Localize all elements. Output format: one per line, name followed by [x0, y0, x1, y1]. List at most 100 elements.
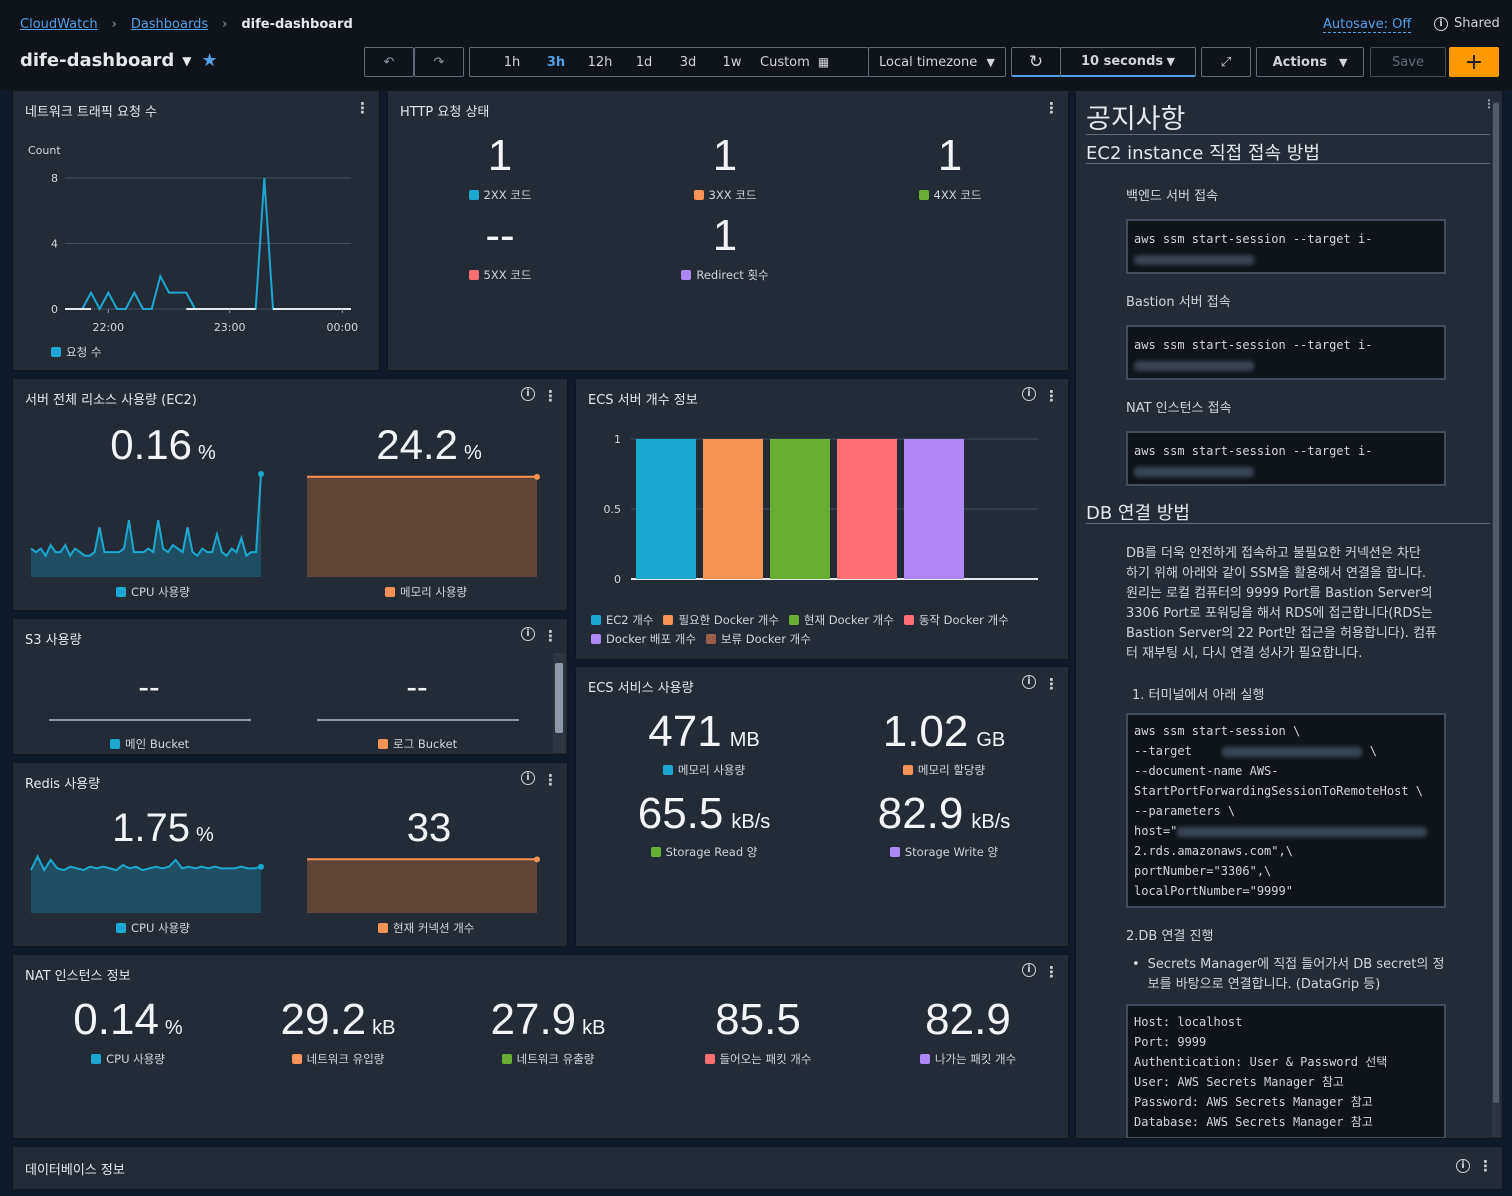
backend-ssm-code: aws ssm start-session --target i- — [1126, 219, 1446, 274]
more-menu-icon[interactable]: ⋮ — [1044, 963, 1059, 981]
chevron-right-icon: › — [111, 17, 117, 32]
code-line: Password: AWS Secrets Manager 참고 — [1134, 1095, 1373, 1109]
paragraph-line: Bastion Server의 22 Port만 접근을 허용합니다). 컴퓨 — [1126, 626, 1438, 641]
nat-instance-widget: NAT 인스턴스 정보 i ⋮ 0.14% CPU 사용량 29.2 kB 네트워크 유… — [12, 954, 1069, 1139]
scrollbar-thumb[interactable] — [555, 663, 563, 733]
more-menu-icon[interactable]: ⋮ — [543, 387, 558, 405]
actions-dropdown[interactable]: Actions ▼ — [1256, 47, 1364, 77]
code-line: localPortNumber="9999" — [1134, 884, 1293, 898]
custom-range-button[interactable]: Custom — [760, 55, 810, 70]
legend-item: 필요한 Docker 개수 — [663, 612, 779, 628]
legend-item: 메모리 사용량 — [584, 762, 824, 778]
undo-button[interactable]: ↶ — [364, 47, 414, 77]
caret-down-icon: ▼ — [1338, 55, 1348, 69]
time-range-selector[interactable]: 1h 3h 12h 1d 3d 1w Custom ▦ — [469, 47, 869, 77]
refresh-interval-dropdown[interactable]: 10 seconds ▼ — [1060, 47, 1196, 77]
widget-title: Redis 사용량 — [25, 777, 101, 792]
redis-cpu-last-point — [258, 863, 264, 870]
star-icon[interactable]: ★ — [202, 50, 218, 71]
ecs-svc-value-2: 65.5 kB/s — [637, 789, 771, 838]
legend-item: Redirect 횟수 — [635, 267, 815, 283]
redo-button[interactable]: ↷ — [414, 47, 464, 77]
info-icon[interactable]: i — [1456, 1159, 1470, 1173]
info-icon[interactable]: i — [521, 627, 535, 641]
time-range-3d[interactable]: 3d — [666, 55, 710, 70]
code-line: StartPortForwardingSessionToRemoteHost \ — [1134, 784, 1423, 798]
code-line: aws ssm start-session \ — [1134, 724, 1301, 738]
legend-item: 보류 Docker 개수 — [705, 631, 811, 647]
y-tick-label: 4 — [51, 238, 58, 251]
more-menu-icon[interactable]: ⋮ — [1044, 675, 1059, 693]
more-menu-icon[interactable]: ⋮ — [355, 99, 370, 117]
backend-access-label: 백엔드 서버 접속 — [1126, 189, 1218, 204]
more-menu-icon[interactable]: ⋮ — [543, 771, 558, 789]
widget-title: 서버 전체 리소스 사용량 (EC2) — [25, 393, 197, 408]
legend-item: EC2 개수 — [591, 612, 653, 628]
ecs-bar-chart: 00.51 — [604, 433, 1038, 586]
ecs-service-usage-widget: ECS 서비스 사용량 i ⋮ 471 MB 메모리 사용량 1.02 GB 메모리 할당… — [575, 666, 1069, 947]
autosave-toggle[interactable]: Autosave: Off — [1323, 17, 1412, 33]
legend-item: CPU 사용량 — [23, 1051, 233, 1067]
refresh-button[interactable]: ↻ — [1011, 47, 1061, 77]
legend-item: 현재 Docker 개수 — [788, 612, 894, 628]
add-widget-button[interactable]: + — [1449, 47, 1499, 77]
info-icon[interactable]: i — [1022, 963, 1036, 977]
redis-usage-widget: Redis 사용량 i ⋮ 1.75% 33 CPU 사용량 현재 커넥션 개수 — [12, 762, 568, 947]
save-button[interactable]: Save — [1370, 47, 1446, 77]
info-icon[interactable]: i — [521, 387, 535, 401]
ec2-memory-area — [307, 476, 537, 577]
legend-item: CPU 사용량 — [116, 920, 190, 936]
info-icon[interactable]: i — [521, 771, 535, 785]
redis-cpu-value: 1.75% — [112, 806, 214, 850]
more-menu-icon[interactable]: ⋮ — [1044, 387, 1059, 405]
nat-value-2: 27.9 kB — [490, 995, 606, 1044]
ec2-sparkline-charts — [30, 471, 540, 577]
legend-item: 네트워크 유출량 — [443, 1051, 653, 1067]
db-connection-info-code: Host: localhost Port: 9999 Authentication:… — [1126, 1004, 1446, 1138]
scrollbar[interactable] — [553, 653, 565, 753]
scrollbar[interactable] — [1492, 101, 1500, 1137]
info-icon[interactable]: i — [1022, 387, 1036, 401]
ec2-access-heading: EC2 instance 직접 접속 방법 — [1086, 143, 1320, 164]
time-range-3h[interactable]: 3h — [534, 55, 578, 70]
time-range-1h[interactable]: 1h — [490, 55, 534, 70]
y-tick-label: 0 — [614, 573, 621, 586]
time-range-12h[interactable]: 12h — [578, 55, 622, 70]
ecs-svc-value-1: 1.02 GB — [882, 707, 1006, 756]
more-menu-icon[interactable]: ⋮ — [1478, 1157, 1493, 1175]
x-tick-label: 00:00 — [326, 321, 358, 334]
code-line: --target \ — [1134, 744, 1378, 758]
ecs-svc-value-0: 471 MB — [648, 707, 760, 756]
refresh-icon: ↻ — [1028, 51, 1044, 72]
nat-value-1: 29.2 kB — [280, 995, 396, 1044]
bar-필요한 Docker 개수 — [703, 439, 763, 579]
time-range-1d[interactable]: 1d — [622, 55, 666, 70]
traffic-line-chart: 0 4 8 22:00 23:00 00:00 — [51, 172, 358, 334]
fullscreen-button[interactable]: ⤢ — [1201, 47, 1251, 77]
http-value-0: 1 — [487, 131, 513, 180]
legend-item: 4XX 코드 — [860, 187, 1040, 203]
s3-main-value: -- — [138, 669, 160, 705]
ec2-memory-last-point — [534, 473, 540, 480]
breadcrumb-cloudwatch[interactable]: CloudWatch — [20, 17, 98, 32]
port-forward-command-code: aws ssm start-session \ --target \ --docume… — [1126, 713, 1446, 908]
more-menu-icon[interactable]: ⋮ — [1044, 99, 1059, 117]
code-line: Host: localhost — [1134, 1015, 1243, 1029]
timezone-dropdown[interactable]: Local timezone ▼ — [868, 47, 1006, 77]
ec2-cpu-area — [31, 474, 261, 577]
code-line: User: AWS Secrets Manager 참고 — [1134, 1075, 1344, 1089]
step2-label: 2.DB 연결 진행 — [1126, 929, 1214, 944]
breadcrumb-dashboards[interactable]: Dashboards — [131, 17, 208, 32]
info-icon[interactable]: i — [1022, 675, 1036, 689]
y-tick-label: 1 — [614, 433, 621, 446]
time-range-1w[interactable]: 1w — [710, 55, 754, 70]
code-line: portNumber="3306",\ — [1134, 864, 1272, 878]
more-menu-icon[interactable]: ⋮ — [543, 627, 558, 645]
scrollbar-thumb[interactable] — [1493, 103, 1499, 1103]
bastion-access-label: Bastion 서버 접속 — [1126, 295, 1231, 310]
http-value-1: 1 — [712, 131, 738, 180]
legend-item: Storage Write 양 — [824, 844, 1064, 860]
shared-indicator[interactable]: i Shared — [1434, 16, 1500, 31]
dashboard-title[interactable]: dife-dashboard ▼ ★ — [20, 50, 218, 71]
http-value-3: -- — [485, 211, 515, 260]
